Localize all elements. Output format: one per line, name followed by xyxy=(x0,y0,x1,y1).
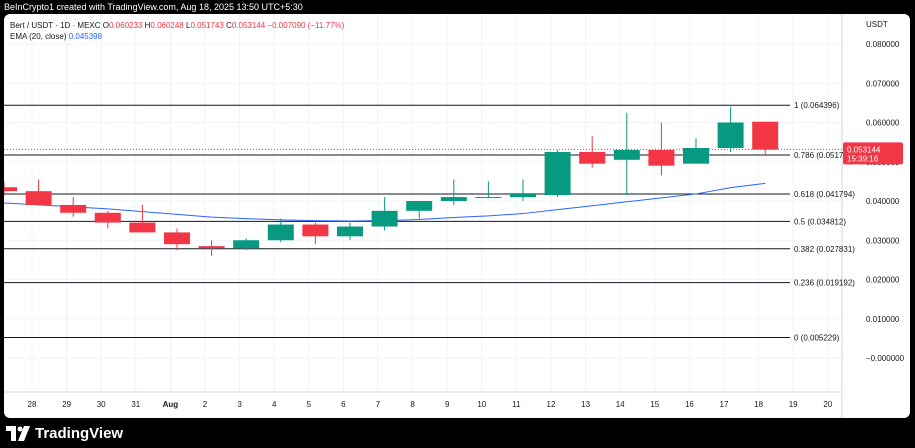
footer: TradingView xyxy=(0,418,915,448)
x-tick-label: 4 xyxy=(272,400,277,409)
price-chart[interactable]: 1 (0.064396)0.786 (0.051734)0.618 (0.041… xyxy=(4,14,910,418)
y-tick-label: 0.030000 xyxy=(866,236,900,245)
y-tick-label: 0.010000 xyxy=(866,315,900,324)
candle-body[interactable] xyxy=(129,222,156,233)
chart-panel[interactable]: 1 (0.064396) 0.786 (0.051734) 0.618 (0.041… xyxy=(4,14,910,418)
x-tick-label: 30 xyxy=(97,400,106,409)
y-tick-label: 0.070000 xyxy=(866,79,900,88)
candle-body[interactable] xyxy=(717,122,744,149)
x-tick-label: 20 xyxy=(823,400,832,409)
y-tick-label: 0.060000 xyxy=(866,119,900,128)
fib-level-label: 0.236 (0.019192) xyxy=(794,279,855,288)
candle-body[interactable] xyxy=(60,204,87,213)
x-tick-label: Aug xyxy=(163,400,179,409)
candle-body[interactable] xyxy=(94,212,121,223)
candle-body[interactable] xyxy=(337,226,363,237)
chart-caption: BeInCrypto1 created with TradingView.com… xyxy=(4,2,303,12)
x-tick-label: 18 xyxy=(754,400,763,409)
x-tick-label: 17 xyxy=(720,400,729,409)
candle-body[interactable] xyxy=(440,197,467,201)
x-tick-label: 8 xyxy=(410,400,415,409)
x-tick-label: 29 xyxy=(62,400,71,409)
price-axis-currency: USDT xyxy=(866,20,888,29)
candle-body[interactable] xyxy=(544,151,571,196)
candle-body[interactable] xyxy=(752,121,779,150)
x-tick-label: 6 xyxy=(341,400,346,409)
x-tick-label: 16 xyxy=(685,400,694,409)
fib-level-label: 1 (0.064396) xyxy=(794,101,840,110)
candle-body[interactable] xyxy=(406,201,433,211)
candle-body[interactable] xyxy=(4,187,17,192)
tradingview-brand: TradingView xyxy=(35,424,124,442)
candle-body[interactable] xyxy=(579,151,606,164)
x-tick-label: 19 xyxy=(789,400,798,409)
fib-level-label: 0.382 (0.027831) xyxy=(794,245,855,254)
candle-body[interactable] xyxy=(267,224,294,241)
fib-level-label: 0.5 (0.034812) xyxy=(794,217,846,226)
fib-level-label: 0 (0.005229) xyxy=(794,333,840,342)
candle-body[interactable] xyxy=(648,149,675,166)
y-tick-label: 0.080000 xyxy=(866,40,900,49)
candle-body[interactable] xyxy=(683,148,709,164)
last-price-value: 0.053144 xyxy=(847,145,881,154)
x-tick-label: 31 xyxy=(131,400,140,409)
tradingview-logo-icon xyxy=(6,426,30,441)
x-tick-label: 10 xyxy=(477,400,486,409)
x-tick-label: 15 xyxy=(650,400,659,409)
candle-body[interactable] xyxy=(233,240,260,249)
x-tick-label: 9 xyxy=(445,400,450,409)
x-tick-label: 14 xyxy=(616,400,625,409)
x-tick-label: 28 xyxy=(28,400,37,409)
candle-body[interactable] xyxy=(510,193,536,198)
screenshot-frame: BeInCrypto1 created with TradingView.com… xyxy=(0,0,915,448)
candle-body[interactable] xyxy=(198,246,225,249)
bar-countdown: 15:39:16 xyxy=(847,154,879,163)
candle-body[interactable] xyxy=(371,210,398,227)
candle-body[interactable] xyxy=(164,232,190,245)
y-tick-label: 0.020000 xyxy=(866,276,900,285)
candle-body[interactable] xyxy=(613,149,640,160)
fib-level-label: 0.618 (0.041794) xyxy=(794,190,855,199)
x-tick-label: 5 xyxy=(307,400,312,409)
x-tick-label: 12 xyxy=(547,400,556,409)
x-tick-label: 2 xyxy=(203,400,208,409)
x-tick-label: 7 xyxy=(376,400,381,409)
x-tick-label: 3 xyxy=(237,400,242,409)
x-tick-label: 13 xyxy=(581,400,590,409)
x-tick-label: 11 xyxy=(512,400,521,409)
candle-body[interactable] xyxy=(302,224,329,237)
candle-body[interactable] xyxy=(25,191,52,205)
candle-body[interactable] xyxy=(475,197,502,199)
y-tick-label: 0.040000 xyxy=(866,197,900,206)
y-tick-label: −0.000000 xyxy=(866,354,905,363)
